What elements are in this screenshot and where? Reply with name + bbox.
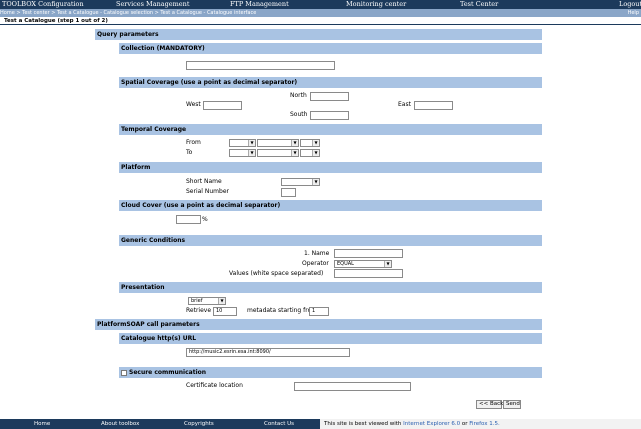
nav-monitoring-center[interactable]: Monitoring center: [346, 0, 406, 9]
chevron-down-icon: ▼: [312, 140, 319, 146]
chevron-down-icon: ▼: [218, 298, 225, 304]
to-label: To: [186, 149, 193, 156]
south-input[interactable]: [310, 111, 349, 120]
section-platformsoap-parameters: PlatformSOAP call parameters: [95, 319, 542, 330]
north-label: North: [290, 92, 307, 99]
to-month-select[interactable]: ▼: [257, 149, 299, 157]
condition-name-input[interactable]: [334, 249, 403, 258]
section-query-parameters: Query parameters: [95, 29, 542, 40]
serial-number-label: Serial Number: [186, 188, 229, 195]
starting-from-input[interactable]: 1: [309, 307, 329, 316]
section-temporal-coverage: Temporal Coverage: [119, 124, 542, 135]
short-name-label: Short Name: [186, 178, 222, 185]
nav-toolbox-configuration[interactable]: TOOLBOX Configuration: [2, 0, 84, 9]
footer-contact-link[interactable]: Contact Us: [264, 419, 294, 429]
breadcrumb-text[interactable]: Home > Test center > Test a Catalogue - …: [0, 9, 256, 17]
chevron-down-icon: ▼: [291, 140, 298, 146]
nav-test-center[interactable]: Test Center: [460, 0, 498, 9]
chevron-down-icon: ▼: [384, 261, 391, 267]
format-value: brief: [191, 298, 203, 304]
operator-value: EQUAL: [337, 261, 354, 267]
browser-note: This site is best viewed with Internet E…: [320, 419, 641, 429]
section-secure-communication: Secure communication: [119, 367, 542, 378]
breadcrumb: Home > Test center > Test a Catalogue - …: [0, 9, 641, 17]
section-platform: Platform: [119, 162, 542, 173]
west-input[interactable]: [203, 101, 242, 110]
back-button[interactable]: << Back: [476, 400, 503, 409]
section-generic-conditions: Generic Conditions: [119, 235, 542, 246]
chevron-down-icon: ▼: [248, 140, 255, 146]
west-label: West: [186, 101, 201, 108]
to-day-select[interactable]: ▼: [229, 149, 256, 157]
certificate-location-label: Certificate location: [186, 382, 243, 389]
starting-from-label: metadata starting from: [247, 307, 318, 314]
from-month-select[interactable]: ▼: [257, 139, 299, 147]
from-label: From: [186, 139, 201, 146]
nav-ftp-management[interactable]: FTP Management: [230, 0, 289, 9]
title-divider: [0, 24, 641, 25]
east-input[interactable]: [414, 101, 453, 110]
firefox-link[interactable]: Firefox 1.5.: [469, 421, 499, 427]
values-label: Values (white space separated): [229, 270, 324, 277]
operator-label: Operator: [302, 260, 329, 267]
browser-note-or: or: [461, 421, 468, 427]
section-spatial-coverage: Spatial Coverage (use a point as decimal…: [119, 77, 542, 88]
section-cloud-cover: Cloud Cover (use a point as decimal sepa…: [119, 200, 542, 211]
internet-explorer-link[interactable]: Internet Explorer 6.0: [403, 421, 460, 427]
to-year-select[interactable]: ▼: [300, 149, 320, 157]
chevron-down-icon: ▼: [312, 150, 319, 156]
collection-input[interactable]: [186, 61, 335, 70]
browser-note-prefix: This site is best viewed with: [324, 421, 402, 427]
chevron-down-icon: ▼: [312, 179, 319, 185]
operator-select[interactable]: EQUAL ▼: [334, 260, 392, 268]
section-collection: Collection (MANDATORY): [119, 43, 542, 54]
nav-services-management[interactable]: Services Management: [116, 0, 189, 9]
nav-logout[interactable]: Logout: [619, 0, 641, 9]
east-label: East: [398, 101, 411, 108]
name-label: 1. Name: [304, 250, 330, 257]
cloud-cover-input[interactable]: [176, 215, 201, 224]
footer-about-link[interactable]: About toolbox: [101, 419, 139, 429]
footer: Home About toolbox Copyrights Contact Us…: [0, 419, 641, 429]
serial-number-input[interactable]: [281, 188, 296, 197]
north-input[interactable]: [310, 92, 349, 101]
footer-copyrights-link[interactable]: Copyrights: [184, 419, 214, 429]
format-select[interactable]: brief ▼: [188, 297, 226, 305]
page: TOOLBOX Configuration Services Managemen…: [0, 0, 641, 429]
send-button[interactable]: Send: [503, 400, 521, 409]
certificate-location-input[interactable]: [294, 382, 411, 391]
secure-communication-checkbox[interactable]: [121, 370, 127, 376]
south-label: South: [290, 111, 308, 118]
section-catalogue-url: Catalogue http(s) URL: [119, 333, 542, 344]
help-link[interactable]: Help: [628, 9, 639, 17]
section-presentation: Presentation: [119, 282, 542, 293]
top-navigation-bar: TOOLBOX Configuration Services Managemen…: [0, 0, 641, 9]
chevron-down-icon: ▼: [248, 150, 255, 156]
catalogue-url-input[interactable]: http://music2.esrin.esa.int:8090/: [186, 348, 350, 357]
chevron-down-icon: ▼: [291, 150, 298, 156]
from-year-select[interactable]: ▼: [300, 139, 320, 147]
footer-home-link[interactable]: Home: [34, 419, 50, 429]
retrieve-label: Retrieve: [186, 307, 212, 314]
retrieve-count-input[interactable]: 10: [213, 307, 237, 316]
short-name-select[interactable]: ▼: [281, 178, 320, 186]
percent-label: %: [202, 216, 208, 223]
values-input[interactable]: [334, 269, 403, 278]
from-day-select[interactable]: ▼: [229, 139, 256, 147]
